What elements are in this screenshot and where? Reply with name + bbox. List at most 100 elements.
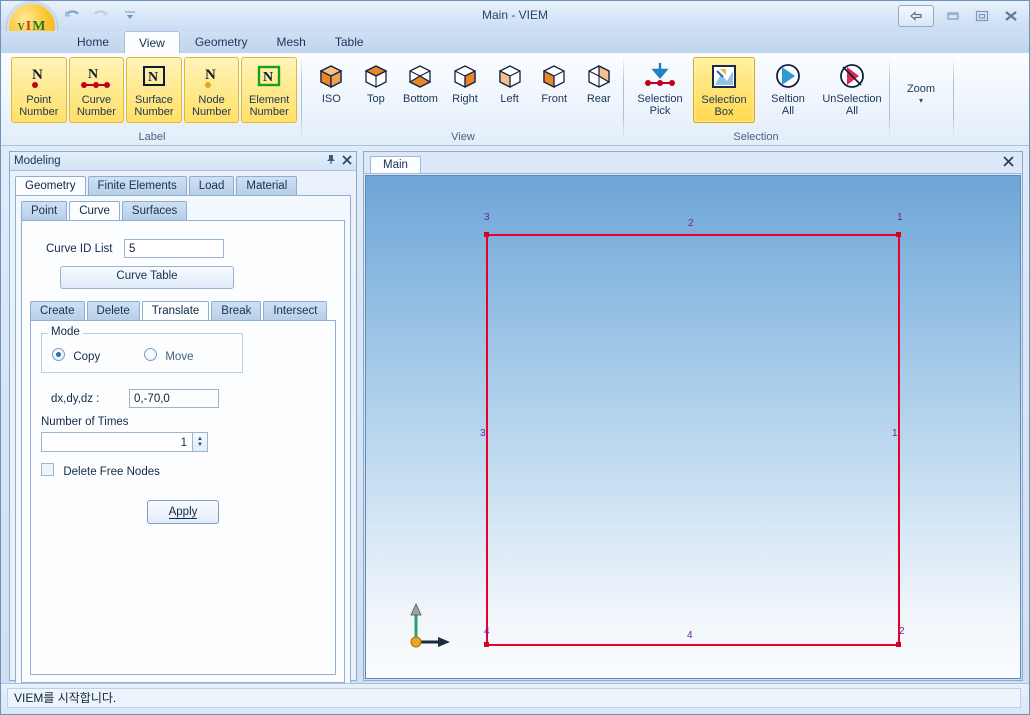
tab-curve[interactable]: Curve xyxy=(69,201,120,220)
ribbon: N Point Number N Curve Number N Surface … xyxy=(1,53,1029,146)
restore-button[interactable] xyxy=(972,7,992,25)
view-top-button[interactable]: Top xyxy=(354,57,399,123)
mode-copy-option[interactable]: Copy xyxy=(52,348,144,363)
ribbon-group-separator-4 xyxy=(953,57,954,139)
element-number-button[interactable]: N Element Number xyxy=(241,57,297,123)
svg-text:N: N xyxy=(148,70,158,85)
document-area: Main 3 1 4 2 2 3 1 4 xyxy=(363,151,1023,681)
mode-move-label: Move xyxy=(165,351,194,363)
svg-text:N: N xyxy=(32,67,43,83)
ribbon-group-separator-1 xyxy=(301,57,302,139)
view-iso-button[interactable]: ISO xyxy=(309,57,354,123)
tab-finite-elements[interactable]: Finite Elements xyxy=(87,176,187,195)
tab-delete[interactable]: Delete xyxy=(86,301,140,320)
redo-icon[interactable] xyxy=(90,5,112,25)
tab-intersect[interactable]: Intersect xyxy=(263,301,328,320)
tab-translate[interactable]: Translate xyxy=(141,301,210,320)
view-bottom-button[interactable]: Bottom xyxy=(398,57,443,123)
translate-panel: Mode Copy Move dx,dy,dz: 0,-70,0 Number… xyxy=(30,320,336,675)
times-spin-buttons[interactable]: ▲ ▼ xyxy=(193,432,208,452)
tab-surfaces[interactable]: Surfaces xyxy=(121,201,188,220)
point-number-button[interactable]: N Point Number xyxy=(11,57,67,123)
unselection-all-button[interactable]: UnSelection All xyxy=(821,57,883,123)
curve-edge-left[interactable] xyxy=(486,234,488,646)
view-left-button[interactable]: Left xyxy=(487,57,532,123)
delta-input[interactable]: 0,-70,0 xyxy=(129,389,219,408)
mode-move-radio[interactable] xyxy=(144,348,157,361)
times-spin-down-icon[interactable]: ▼ xyxy=(197,442,203,448)
view-rear-icon xyxy=(585,61,613,91)
zoom-caret-icon[interactable]: ▾ xyxy=(919,96,923,105)
ribbon-group-zoom: Zoom ▾ xyxy=(891,53,951,145)
minimize-button[interactable] xyxy=(943,7,963,25)
help-button[interactable] xyxy=(898,5,934,27)
ribbon-tab-table[interactable]: Table xyxy=(321,31,378,53)
curve-label-3: 3 xyxy=(480,428,486,439)
curve-id-row: Curve ID List 5 xyxy=(46,239,336,258)
delete-free-nodes-checkbox[interactable] xyxy=(41,463,54,476)
ribbon-group-view-title: View xyxy=(451,131,475,143)
selection-pick-icon xyxy=(643,61,677,91)
curve-edge-right[interactable] xyxy=(898,234,900,646)
tab-point[interactable]: Point xyxy=(21,201,68,220)
apply-button[interactable]: Apply xyxy=(147,500,219,524)
mode-fieldset: Mode Copy Move xyxy=(41,326,243,373)
ribbon-tab-home[interactable]: Home xyxy=(63,31,123,53)
view-top-label: Top xyxy=(366,93,385,105)
dock-title-bar: Modeling xyxy=(10,152,356,171)
curve-number-button[interactable]: N Curve Number xyxy=(68,57,125,123)
surface-number-label-2: Number xyxy=(134,106,174,118)
viewport-canvas[interactable]: 3 1 4 2 2 3 1 4 xyxy=(365,175,1021,679)
dock-level1-tabs: Geometry Finite Elements Load Material xyxy=(10,171,356,195)
document-close-icon[interactable] xyxy=(1003,156,1014,170)
tab-material[interactable]: Material xyxy=(236,176,298,195)
node-number-button[interactable]: N Node Number xyxy=(183,57,240,123)
selection-all-icon xyxy=(773,61,803,91)
pin-icon[interactable] xyxy=(326,154,336,168)
view-rear-button[interactable]: Rear xyxy=(576,57,621,123)
delta-label: dx,dy,dz : xyxy=(51,392,100,405)
ribbon-tab-geometry[interactable]: Geometry xyxy=(181,31,262,53)
apply-button-label: Apply xyxy=(168,505,198,519)
selection-box-label-2: Box xyxy=(714,106,734,118)
selection-all-button[interactable]: Seltion All xyxy=(757,57,819,123)
surface-number-button[interactable]: N Surface Number xyxy=(126,57,182,123)
point-node-3[interactable] xyxy=(484,232,489,237)
ribbon-tab-mesh[interactable]: Mesh xyxy=(263,31,320,53)
view-right-button[interactable]: Right xyxy=(443,57,488,123)
curve-id-input[interactable]: 5 xyxy=(124,239,224,258)
tab-geometry[interactable]: Geometry xyxy=(15,176,86,195)
point-label-3: 3 xyxy=(484,212,490,223)
times-input[interactable]: 1 xyxy=(41,432,193,452)
mode-copy-radio[interactable] xyxy=(52,348,65,361)
selection-pick-button[interactable]: Selection Pick xyxy=(629,57,691,123)
curve-table-button[interactable]: Curve Table xyxy=(60,266,234,289)
point-node-1[interactable] xyxy=(896,232,901,237)
times-stepper[interactable]: 1 ▲ ▼ xyxy=(41,432,325,452)
ribbon-group-label-title: Label xyxy=(138,131,166,143)
point-node-2[interactable] xyxy=(896,642,901,647)
curve-edge-top[interactable] xyxy=(486,234,900,236)
delete-free-nodes-label: Delete Free Nodes xyxy=(63,466,160,478)
view-front-button[interactable]: Front xyxy=(532,57,577,123)
view-iso-icon xyxy=(317,61,345,91)
point-node-4[interactable] xyxy=(484,642,489,647)
tab-create[interactable]: Create xyxy=(30,301,85,320)
tab-load[interactable]: Load xyxy=(188,176,235,195)
mode-move-option[interactable]: Move xyxy=(144,348,193,363)
view-bottom-icon xyxy=(406,61,434,91)
close-button[interactable] xyxy=(1001,7,1021,25)
zoom-button[interactable]: Zoom ▾ xyxy=(891,53,951,135)
customize-qat-icon[interactable] xyxy=(119,5,141,25)
svg-text:N: N xyxy=(205,67,216,83)
document-tab-main[interactable]: Main xyxy=(370,156,421,173)
undo-icon[interactable] xyxy=(61,5,83,25)
curve-edge-bottom[interactable] xyxy=(486,644,900,646)
unselection-all-label-1: UnSelection xyxy=(822,93,882,105)
view-right-label: Right xyxy=(452,93,478,105)
delete-free-nodes-row[interactable]: Delete Free Nodes xyxy=(41,463,325,478)
dock-close-icon[interactable] xyxy=(342,154,352,168)
ribbon-tab-view[interactable]: View xyxy=(124,31,180,53)
selection-box-button[interactable]: Selection Box xyxy=(693,57,755,123)
tab-break[interactable]: Break xyxy=(211,301,262,320)
